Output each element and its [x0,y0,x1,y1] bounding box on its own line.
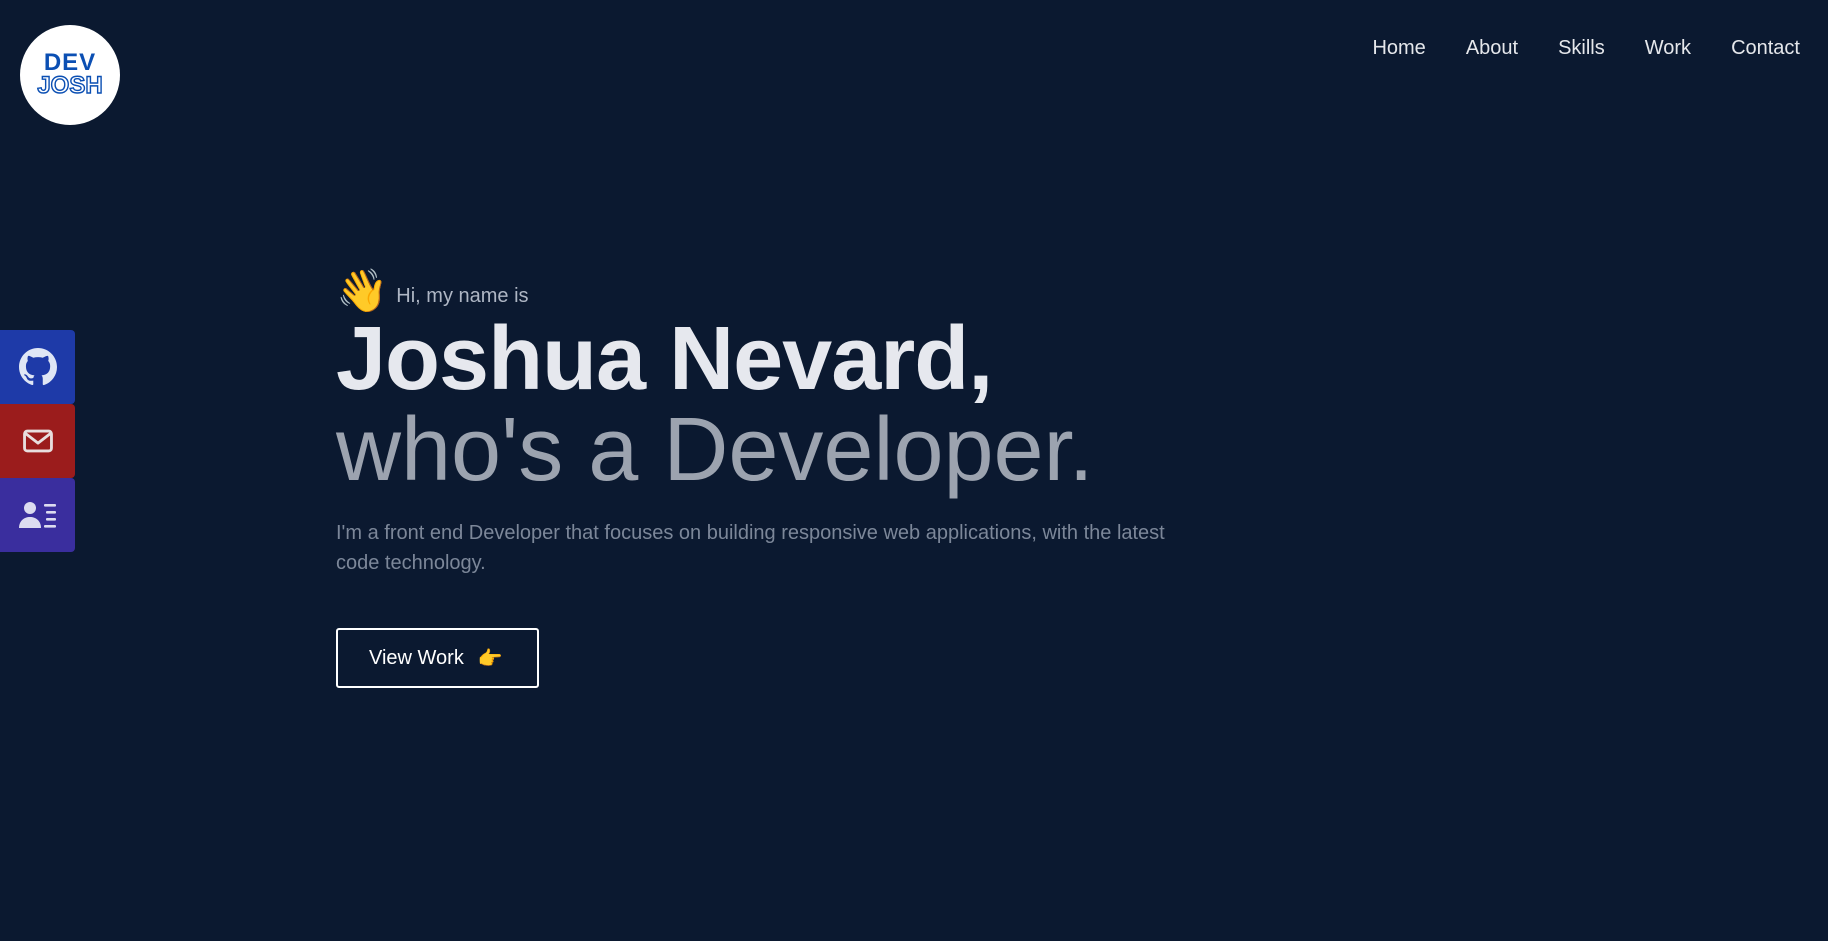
view-work-label: View Work [369,646,464,669]
hero-section: 👋 Hi, my name is Joshua Nevard, who's a … [336,262,1236,688]
nav-contact[interactable]: Contact [1731,37,1800,60]
waving-hand-icon: 👋 [336,267,389,314]
nav-home[interactable]: Home [1372,37,1425,60]
page: DEV JOSH Home About Skills Work Contact [0,0,1828,941]
main-nav: Home About Skills Work Contact [1372,37,1800,60]
hero-description: I'm a front end Developer that focuses o… [336,522,1165,574]
social-sidebar [0,330,75,552]
hero-role: who's a Developer. [336,400,1094,500]
github-link[interactable] [0,330,75,404]
logo-line-josh: JOSH [37,72,104,99]
greeting: 👋 Hi, my name is [336,262,1236,314]
resume-link[interactable] [0,478,75,552]
github-icon [18,348,57,386]
mail-icon [22,429,53,453]
email-link[interactable] [0,404,75,478]
nav-work[interactable]: Work [1645,37,1691,60]
pointing-hand-icon: 👉 [477,647,503,670]
contact-card-icon [18,502,56,528]
view-work-button[interactable]: View Work 👉 [336,628,539,688]
nav-about[interactable]: About [1466,37,1518,60]
nav-skills[interactable]: Skills [1558,37,1605,60]
logo[interactable]: DEV JOSH [20,25,120,125]
logo-line-dev: DEV [43,49,97,76]
hero-name: Joshua Nevard, [336,309,993,409]
